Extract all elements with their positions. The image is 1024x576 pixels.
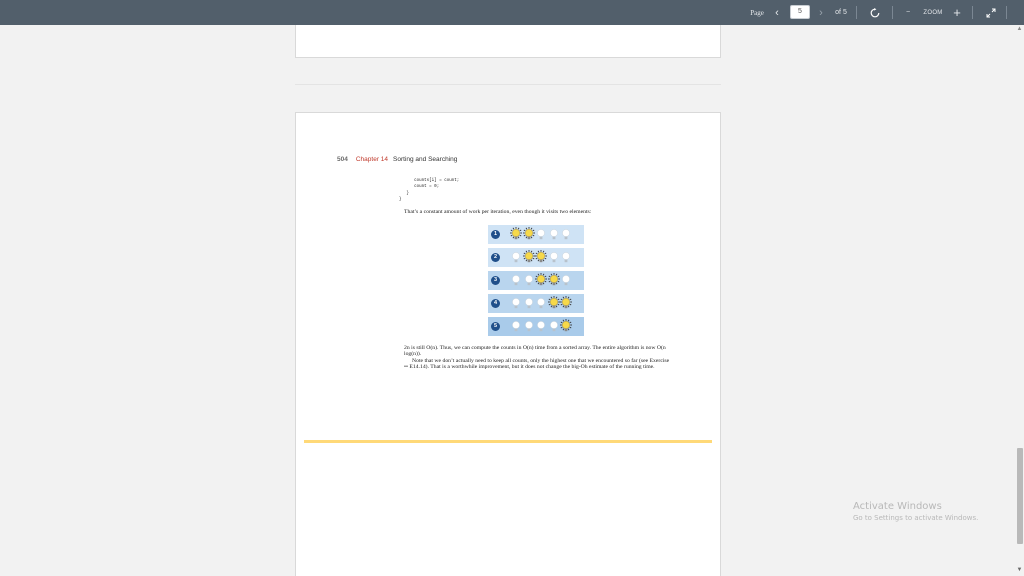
- chapter-title: Sorting and Searching: [393, 156, 458, 163]
- code-listing: counts[i] = count; count = 0; } }: [399, 179, 460, 203]
- unlit-bulb-icon: [560, 227, 572, 242]
- previous-page-button[interactable]: ‹: [770, 0, 784, 25]
- document-viewer[interactable]: 504 Chapter 14 Sorting and Searching count…: [0, 25, 1024, 576]
- unlit-bulb-icon: [510, 296, 522, 311]
- step-number-badge: 4: [491, 299, 500, 308]
- lit-bulb-icon: [560, 296, 572, 311]
- unlit-bulb-icon: [548, 227, 560, 242]
- paragraph-note: Note that we don’t actually need to keep…: [404, 357, 670, 370]
- bulb-row: 5: [488, 317, 584, 336]
- pdf-toolbar: Page ‹ 5 › of 5 − ZOOM +: [0, 0, 1024, 25]
- activate-windows-watermark: Activate Windows Go to Settings to activ…: [853, 501, 978, 522]
- next-page-button[interactable]: ›: [815, 0, 827, 25]
- step-number-badge: 2: [491, 253, 500, 262]
- zoom-label: ZOOM: [923, 9, 943, 16]
- toolbar-divider: [972, 6, 973, 19]
- rotate-button[interactable]: [866, 0, 884, 25]
- step-number-badge: 5: [491, 322, 500, 331]
- bulb-row: 4: [488, 294, 584, 313]
- scrollbar-thumb[interactable]: [1017, 448, 1023, 544]
- unlit-bulb-icon: [535, 319, 547, 334]
- pdf-page: 504 Chapter 14 Sorting and Searching count…: [295, 112, 721, 576]
- bulb-row: 2: [488, 248, 584, 267]
- section-highlight-bar: [304, 440, 712, 443]
- lit-bulb-icon: [535, 273, 547, 288]
- running-head: 504 Chapter 14 Sorting and Searching: [337, 156, 457, 163]
- page-separator: [295, 84, 721, 85]
- lit-bulb-icon: [547, 296, 560, 311]
- toolbar-divider: [856, 6, 857, 19]
- unlit-bulb-icon: [510, 319, 522, 334]
- unlit-bulb-icon: [535, 296, 547, 311]
- bulb-row: 1: [488, 225, 584, 244]
- lit-bulb-icon: [560, 319, 572, 334]
- unlit-bulb-icon: [560, 250, 572, 265]
- rotate-icon: [870, 7, 880, 17]
- lit-bulb-icon: [510, 227, 522, 242]
- lit-bulb-icon: [547, 273, 560, 288]
- bulb-iteration-figure: 1 2 3 4 5: [488, 225, 584, 340]
- unlit-bulb-icon: [523, 296, 535, 311]
- unlit-bulb-icon: [523, 319, 535, 334]
- vertical-scrollbar[interactable]: ▲ ▼: [1015, 25, 1024, 576]
- watermark-title: Activate Windows: [853, 501, 942, 512]
- scroll-down-arrow[interactable]: ▼: [1016, 567, 1023, 575]
- step-number-badge: 1: [491, 230, 500, 239]
- paragraph-constant-work: That’s a constant amount of work per ite…: [404, 209, 592, 215]
- unlit-bulb-icon: [535, 227, 547, 242]
- watermark-subtitle: Go to Settings to activate Windows.: [853, 514, 979, 522]
- unlit-bulb-icon: [523, 273, 535, 288]
- page-count-label: of 5: [835, 9, 847, 16]
- unlit-bulb-icon: [548, 250, 560, 265]
- unlit-bulb-icon: [548, 319, 560, 334]
- unlit-bulb-icon: [510, 250, 522, 265]
- step-number-badge: 3: [491, 276, 500, 285]
- unlit-bulb-icon: [510, 273, 522, 288]
- paragraph-conclusion: 2n is still O(n). Thus, we can compute t…: [404, 345, 672, 370]
- lit-bulb-icon: [535, 250, 547, 265]
- zoom-in-button[interactable]: +: [950, 0, 964, 25]
- zoom-out-button[interactable]: −: [900, 0, 916, 25]
- page-number-input[interactable]: 5: [790, 5, 810, 19]
- scroll-up-arrow[interactable]: ▲: [1016, 26, 1023, 34]
- paragraph-complexity: 2n is still O(n). Thus, we can compute t…: [404, 345, 666, 358]
- previous-page-sheet: [295, 25, 721, 58]
- toolbar-divider: [1006, 6, 1007, 19]
- bulb-row: 3: [488, 271, 584, 290]
- lit-bulb-icon: [522, 250, 535, 265]
- chapter-label: Chapter 14: [355, 156, 389, 163]
- page-label: Page: [750, 8, 764, 17]
- unlit-bulb-icon: [560, 273, 572, 288]
- lit-bulb-icon: [522, 227, 535, 242]
- fullscreen-button[interactable]: [982, 0, 1000, 25]
- page-number: 504: [337, 156, 348, 163]
- toolbar-divider: [892, 6, 893, 19]
- expand-icon: [986, 8, 996, 17]
